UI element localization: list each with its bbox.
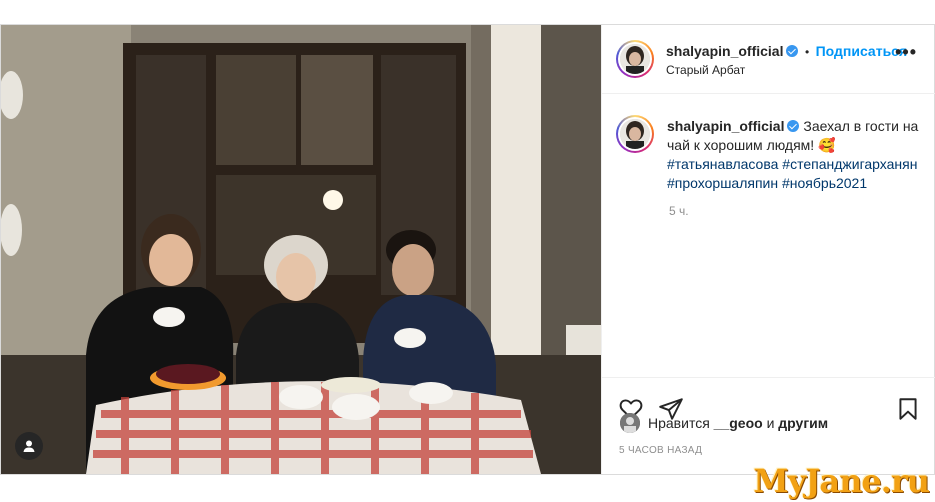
post-timestamp[interactable]: 5 ЧАСОВ НАЗАД: [619, 445, 702, 456]
likes-and: и: [766, 415, 775, 431]
caption-time[interactable]: 5 ч.: [669, 204, 689, 218]
hashtag-link[interactable]: #прохоршаляпин: [667, 175, 778, 191]
bookmark-icon[interactable]: [895, 396, 921, 422]
photo-illustration: [1, 25, 601, 474]
hashtag-link[interactable]: #степанджигарханян: [782, 156, 917, 172]
post-photo[interactable]: [1, 25, 601, 474]
post-sidebar: shalyapin_official • Подписаться Старый …: [601, 25, 935, 474]
hashtag-link[interactable]: #ноябрь2021: [782, 175, 867, 191]
header-title-row: shalyapin_official • Подписаться: [666, 43, 907, 61]
avatar-photo: [620, 44, 650, 74]
follow-button[interactable]: Подписаться: [816, 43, 908, 59]
likes-others-link[interactable]: другим: [778, 415, 828, 431]
user-tag-icon: [23, 440, 35, 452]
verified-badge-icon: [786, 45, 799, 57]
verified-badge-icon: [787, 120, 800, 132]
actions-bar: [602, 377, 935, 420]
more-options-icon[interactable]: •••: [895, 43, 917, 61]
likes-prefix: Нравится: [648, 415, 710, 431]
caption-author-username[interactable]: shalyapin_official: [667, 118, 784, 134]
author-avatar[interactable]: [616, 40, 654, 78]
author-username[interactable]: shalyapin_official: [666, 43, 783, 59]
post-header: shalyapin_official • Подписаться Старый …: [602, 25, 935, 94]
post-caption: shalyapin_official Заехал в гости на чай…: [667, 117, 922, 193]
caption-author-avatar[interactable]: [616, 115, 654, 153]
likes-summary: Нравится __geoo и другим: [620, 413, 828, 433]
post-location[interactable]: Старый Арбат: [666, 63, 745, 77]
separator-dot: •: [804, 45, 810, 59]
liker-avatar[interactable]: [620, 413, 640, 433]
liker-username[interactable]: __geoo: [714, 415, 763, 431]
avatar-photo: [620, 119, 650, 149]
site-watermark: MyJane.ru: [753, 462, 930, 500]
instagram-post: shalyapin_official • Подписаться Старый …: [0, 24, 935, 475]
user-tag-button[interactable]: [15, 432, 43, 460]
hashtag-link[interactable]: #татьянавласова: [667, 156, 778, 172]
